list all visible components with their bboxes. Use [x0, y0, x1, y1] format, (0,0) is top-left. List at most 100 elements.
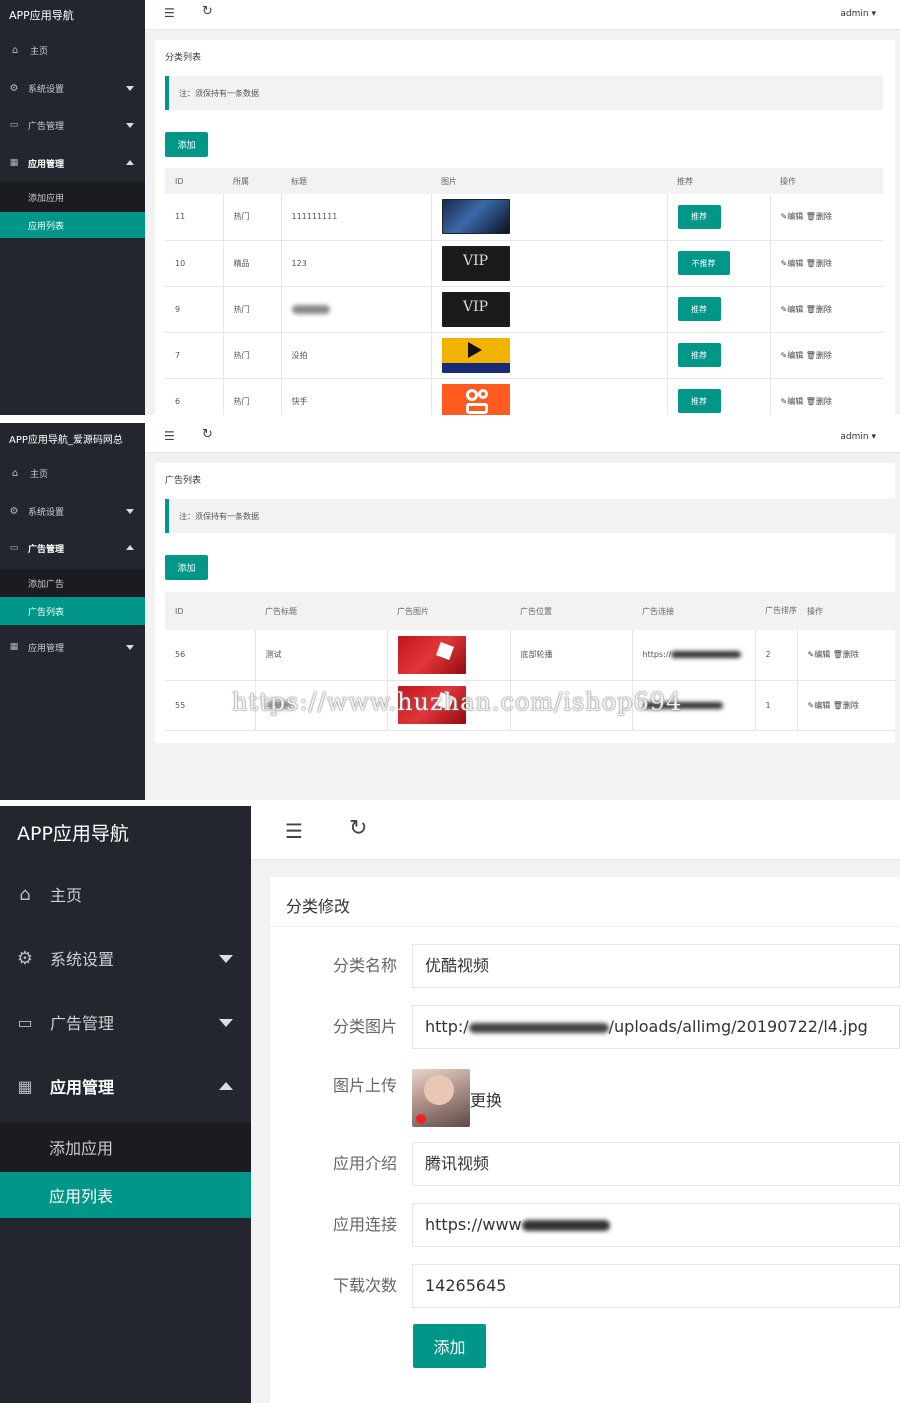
sidebar-item-home[interactable]: ⌂ 主页 — [0, 463, 145, 483]
delete-label: 删除 — [815, 304, 832, 314]
edit-link[interactable]: ✎编辑 — [781, 397, 804, 406]
category-image-input[interactable]: http:/ /uploads/allimg/20190722/l4.jpg — [412, 1005, 900, 1049]
add-button[interactable]: 添加 — [165, 132, 208, 157]
brand-title: APP应用导航 — [17, 823, 129, 845]
refresh-icon[interactable]: ↻ — [202, 4, 213, 19]
delete-label: 删除 — [815, 212, 832, 222]
refresh-icon[interactable]: ↻ — [349, 816, 367, 841]
table-row: 11 热门 111111111 推荐 ✎编辑 🗑删除 — [165, 194, 883, 241]
card-title: 分类列表 — [165, 53, 202, 63]
sidebar-item-apps[interactable]: ▦ 应用管理 — [0, 153, 145, 173]
refresh-icon[interactable]: ↻ — [202, 427, 213, 442]
app-link-input[interactable]: https://www — [412, 1203, 900, 1247]
subnav-item-app-list[interactable]: 应用列表 — [0, 212, 145, 238]
form-row-name: 分类名称 优酷视频 — [270, 944, 900, 988]
cell-image: VIP — [431, 240, 668, 287]
sidebar-item-ads[interactable]: ▭ 广告管理 — [0, 1008, 251, 1036]
sidebar-item-ads[interactable]: ▭ 广告管理 — [0, 538, 145, 558]
blurred-domain — [468, 1022, 609, 1033]
edit-link[interactable]: ✎编辑 — [781, 351, 804, 360]
app-description-input[interactable]: 腾讯视频 — [412, 1142, 900, 1186]
delete-link[interactable]: 🗑删除 — [806, 351, 832, 360]
field-label: 分类名称 — [332, 956, 397, 975]
admin-menu[interactable]: admin ▾ — [840, 9, 876, 19]
edit-label: 编辑 — [787, 258, 804, 268]
edit-link[interactable]: ✎编辑 — [781, 212, 804, 221]
delete-link[interactable]: 🗑删除 — [833, 650, 859, 659]
col-header: 广告排序 — [755, 592, 797, 630]
cell-id: 9 — [165, 286, 224, 333]
sidebar-item-settings[interactable]: ⚙ 系统设置 — [0, 501, 145, 521]
field-label: 应用连接 — [332, 1215, 397, 1234]
not-recommend-button[interactable]: 不推荐 — [677, 251, 730, 275]
chevron-up-icon — [126, 545, 134, 550]
logo-badge-icon — [416, 1114, 426, 1124]
category-name-input[interactable]: 优酷视频 — [412, 944, 900, 988]
sidebar-item-apps[interactable]: ▦ 应用管理 — [0, 637, 145, 657]
delete-label: 删除 — [815, 350, 832, 360]
subnav-item-add-ad[interactable]: 添加广告 — [0, 569, 145, 597]
panel-ad-list: APP应用导航_爱源码网总 ⌂ 主页 ⚙ 系统设置 ▭ 广告管理 添加广告 广告列表 … — [0, 423, 900, 800]
sidebar-item-label: 系统设置 — [28, 84, 65, 95]
menu-fold-icon[interactable]: ☰ — [164, 429, 175, 443]
edit-link[interactable]: ✎编辑 — [781, 259, 804, 268]
sidebar-item-settings[interactable]: ⚙ 系统设置 — [0, 944, 251, 972]
edit-link[interactable]: ✎编辑 — [808, 701, 831, 710]
subnav-label: 添加应用 — [28, 193, 65, 204]
cell-actions: ✎编辑 🗑删除 — [770, 240, 883, 287]
sidebar-item-ads[interactable]: ▭ 广告管理 — [0, 115, 145, 135]
sidebar-item-settings[interactable]: ⚙ 系统设置 — [0, 78, 145, 98]
delete-link[interactable]: 🗑删除 — [806, 259, 832, 268]
cell-title: 123 — [281, 240, 432, 287]
delete-link[interactable]: 🗑删除 — [833, 701, 859, 710]
col-header: ID — [165, 592, 255, 630]
subnav: 添加应用 应用列表 — [0, 182, 145, 238]
sidebar-item-home[interactable]: ⌂ 主页 — [0, 880, 251, 908]
sidebar-item-home[interactable]: ⌂ 主页 — [0, 40, 145, 60]
blurred-title — [291, 304, 330, 314]
subnav-item-app-list[interactable]: 应用列表 — [0, 1172, 251, 1218]
admin-menu[interactable]: admin ▾ — [840, 432, 876, 442]
form-row-description: 应用介绍 腾讯视频 — [270, 1142, 900, 1186]
cell-title: 快手 — [281, 378, 432, 415]
home-icon: ⌂ — [11, 467, 19, 479]
cell-category: 热门 — [223, 378, 282, 415]
delete-link[interactable]: 🗑删除 — [806, 305, 832, 314]
menu-fold-icon[interactable]: ☰ — [285, 819, 303, 843]
col-header: 广告标题 — [255, 592, 387, 630]
cell-category: 热门 — [223, 286, 282, 333]
subnav-item-add-app[interactable]: 添加应用 — [0, 182, 145, 212]
menu-fold-icon[interactable]: ☰ — [164, 6, 175, 20]
cell-actions: ✎编辑 🗑删除 — [797, 630, 895, 681]
edit-link[interactable]: ✎编辑 — [781, 305, 804, 314]
subnav-item-ad-list[interactable]: 广告列表 — [0, 597, 145, 625]
recommend-button[interactable]: 推荐 — [677, 297, 721, 321]
col-header: 所属 — [223, 168, 281, 194]
delete-link[interactable]: 🗑删除 — [806, 212, 832, 221]
recommend-button[interactable]: 推荐 — [677, 389, 721, 413]
edit-link[interactable]: ✎编辑 — [808, 650, 831, 659]
sidebar-item-label: 主页 — [50, 886, 83, 905]
replace-image-link[interactable]: 更换 — [470, 1087, 502, 1111]
table-row: 7 热门 没拍 推荐 ✎编辑 🗑删除 — [165, 332, 883, 379]
card-divider — [270, 926, 900, 927]
blurred-link — [671, 651, 742, 659]
cell-image — [387, 630, 511, 681]
form-row-image-url: 分类图片 http:/ /uploads/allimg/20190722/l4.j… — [270, 1005, 900, 1049]
recommend-button[interactable]: 推荐 — [677, 343, 721, 367]
cell-category: 热门 — [223, 194, 282, 241]
panel-category-edit: APP应用导航 ⌂ 主页 ⚙ 系统设置 ▭ 广告管理 ▦ 应用管理 添加应用 应用列表 … — [0, 806, 900, 1403]
recommend-button[interactable]: 推荐 — [677, 204, 721, 229]
submit-add-button[interactable]: 添加 — [413, 1324, 486, 1368]
watermark: https://www.huzhan.com/ishop694 — [232, 688, 683, 716]
thumbnail-vip: VIP — [441, 291, 510, 327]
add-button[interactable]: 添加 — [165, 555, 208, 580]
category-edit-card: 分类修改 分类名称 优酷视频 分类图片 http:/ /uploads/allim… — [270, 877, 900, 1403]
url-prefix: http:/ — [425, 1017, 469, 1036]
download-count-input[interactable]: 14265645 — [412, 1264, 900, 1308]
sidebar-item-apps[interactable]: ▦ 应用管理 — [0, 1072, 251, 1100]
subnav-item-add-app[interactable]: 添加应用 — [0, 1122, 251, 1172]
cell-title: 没拍 — [281, 332, 432, 379]
cell-id: 11 — [165, 194, 224, 241]
delete-link[interactable]: 🗑删除 — [806, 397, 832, 406]
